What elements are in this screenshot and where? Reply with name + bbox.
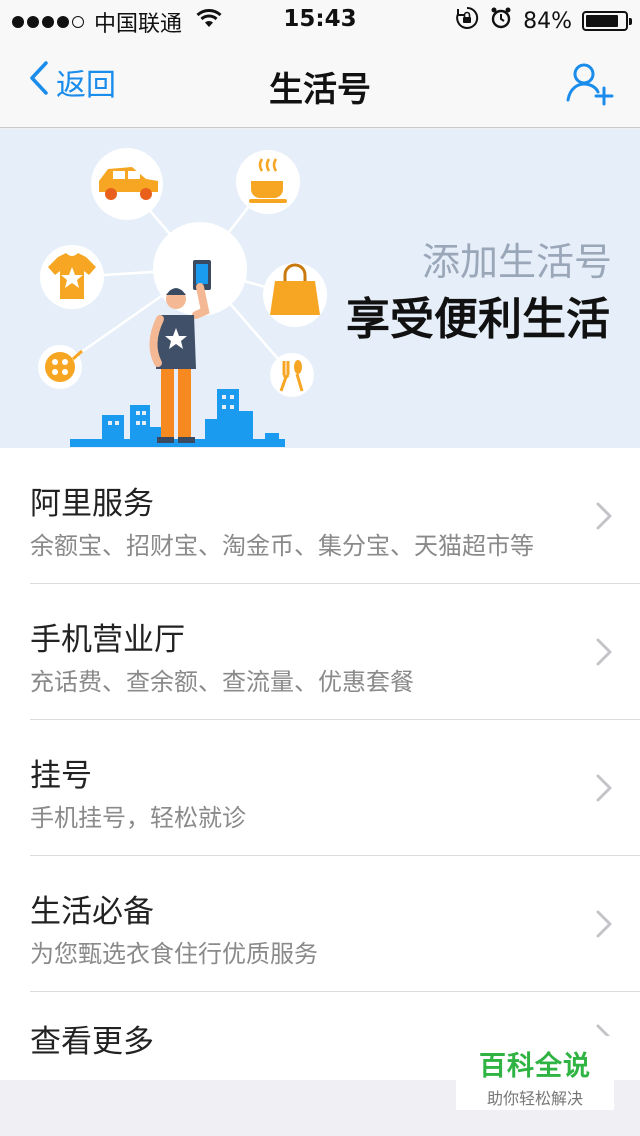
nav-bar: 返回 生活号: [0, 40, 640, 128]
coffee-cup-icon: [236, 150, 300, 214]
watermark-title: 百科全说: [479, 1051, 591, 1082]
list-item-desc: 手机挂号，轻松就诊: [30, 804, 246, 832]
fork-spoon-icon: [270, 353, 314, 397]
list-item-ali-services[interactable]: 阿里服务 余额宝、招财宝、淘金币、集分宝、天猫超市等: [0, 448, 640, 584]
add-user-icon: [566, 63, 614, 110]
status-bar: 中国联通 15:43 84%: [0, 0, 640, 40]
list-item-desc: 充话费、查余额、查流量、优惠套餐: [30, 668, 414, 696]
chevron-right-icon: [596, 638, 612, 670]
city-skyline: [70, 389, 285, 447]
chevron-right-icon: [596, 774, 612, 806]
watermark-logo: 百科全说 助你轻松解决: [456, 1036, 614, 1110]
battery-percent: 84%: [523, 8, 572, 34]
list-item-life-essentials[interactable]: 生活必备 为您甄选衣食住行优质服务: [0, 856, 640, 992]
list-item-registration[interactable]: 挂号 手机挂号，轻松就诊: [0, 720, 640, 856]
list-item-desc: 为您甄选衣食住行优质服务: [30, 940, 318, 968]
tshirt-icon: [40, 245, 104, 309]
rotation-lock-icon: [455, 6, 479, 36]
list-item-title: 生活必备: [30, 894, 154, 930]
banner-subtitle: 添加生活号: [421, 240, 612, 284]
service-list: 阿里服务 余额宝、招财宝、淘金币、集分宝、天猫超市等 手机营业厅 充话费、查余额…: [0, 448, 640, 1080]
chevron-right-icon: [596, 502, 612, 534]
banner-headline: 享受便利生活: [346, 294, 610, 345]
promo-banner[interactable]: 添加生活号 享受便利生活: [0, 129, 640, 448]
list-item-title: 阿里服务: [30, 486, 154, 522]
list-item-desc: 余额宝、招财宝、淘金币、集分宝、天猫超市等: [30, 532, 534, 560]
list-item-mobile-hall[interactable]: 手机营业厅 充话费、查余额、查流量、优惠套餐: [0, 584, 640, 720]
status-right: 84%: [455, 6, 632, 36]
battery-icon: [582, 11, 632, 31]
list-item-title: 查看更多: [30, 1024, 154, 1060]
shopping-bag-icon: [263, 263, 327, 327]
add-user-button[interactable]: [566, 62, 614, 110]
watermark-subtitle: 助你轻松解决: [486, 1089, 583, 1108]
list-item-title: 手机营业厅: [30, 622, 185, 658]
film-reel-icon: [38, 345, 83, 389]
list-item-title: 挂号: [30, 758, 92, 794]
car-icon: [91, 148, 163, 220]
page-title: 生活号: [269, 70, 371, 110]
banner-illustration: [38, 148, 327, 447]
chevron-right-icon: [596, 910, 612, 942]
alarm-icon: [489, 6, 513, 36]
